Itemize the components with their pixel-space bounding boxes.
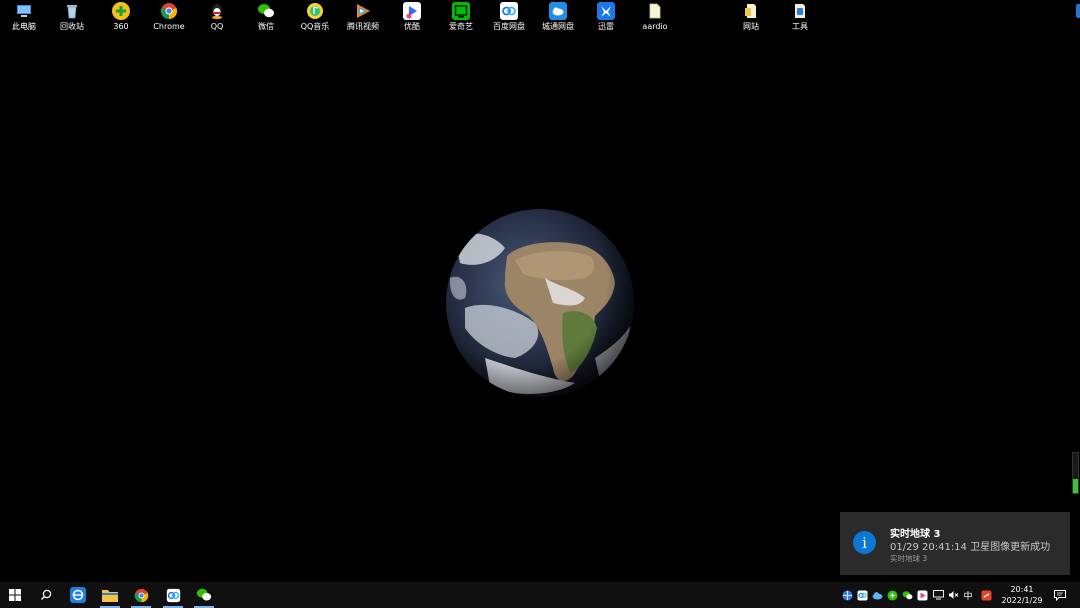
recycle-bin-icon bbox=[63, 2, 81, 20]
desktop-icon-label: 此电脑 bbox=[12, 22, 36, 31]
desktop-icon-qq-music[interactable]: QQ音乐 bbox=[292, 2, 338, 36]
start-button[interactable] bbox=[0, 582, 30, 608]
tencent-video-icon bbox=[354, 2, 372, 20]
desktop-icon-tencent-video[interactable]: 腾讯视频 bbox=[340, 2, 386, 36]
desktop-icon-youku[interactable]: 优酷 bbox=[389, 2, 435, 36]
desktop-icon-tools[interactable]: 工具 bbox=[777, 2, 823, 36]
taskbar-app-baidu-netdisk[interactable] bbox=[158, 582, 188, 608]
computer-icon bbox=[15, 2, 33, 20]
ime-indicator[interactable]: 中 bbox=[962, 589, 974, 602]
desktop-icon-label: 腾讯视频 bbox=[347, 22, 379, 31]
desktop[interactable]: 此电脑 回收站 360 Chrome QQ 微信 QQ音乐 腾讯视频 优酷 爱奇… bbox=[0, 0, 1080, 582]
desktop-icon-wechat[interactable]: 微信 bbox=[243, 2, 289, 36]
tray-app-icon[interactable] bbox=[886, 589, 898, 601]
qq-icon bbox=[208, 2, 226, 20]
iqiyi-icon bbox=[452, 2, 470, 20]
video-tray-icon bbox=[917, 590, 927, 600]
desktop-icon-qq[interactable]: QQ bbox=[194, 2, 240, 36]
hidden-window-edge[interactable] bbox=[1076, 4, 1080, 18]
chrome-icon bbox=[134, 588, 148, 602]
desktop-icon-label: 回收站 bbox=[60, 22, 84, 31]
desktop-icon-label: 微信 bbox=[258, 22, 274, 31]
desktop-icon-label: 工具 bbox=[792, 22, 808, 31]
desktop-icon-label: 网站 bbox=[743, 22, 759, 31]
tray-app-icon[interactable] bbox=[871, 589, 883, 601]
input-method-tray-icon bbox=[981, 590, 991, 600]
tray-app-icon[interactable] bbox=[841, 589, 853, 601]
clock[interactable]: 20:41 2022/1/29 bbox=[1000, 584, 1044, 606]
ctfile-icon bbox=[549, 2, 567, 20]
desktop-icon-label: Chrome bbox=[153, 22, 185, 31]
notification-body: 01/29 20:41:14 卫星图像更新成功 bbox=[890, 542, 1051, 553]
desktop-icon-chrome[interactable]: Chrome bbox=[146, 2, 192, 36]
desktop-icon-label: QQ bbox=[210, 22, 224, 31]
search-button[interactable] bbox=[31, 582, 61, 608]
desktop-icon-aardio[interactable]: aardio bbox=[632, 2, 678, 36]
tray-app-icon[interactable] bbox=[980, 589, 992, 601]
baidu-netdisk-icon bbox=[500, 2, 518, 20]
desktop-icon-label: 360 bbox=[113, 22, 129, 31]
volume-muted-icon[interactable] bbox=[947, 589, 959, 601]
taskbar-app-wechat[interactable] bbox=[189, 582, 219, 608]
wechat-icon bbox=[902, 590, 912, 599]
desktop-icon-this-pc[interactable]: 此电脑 bbox=[1, 2, 47, 36]
clock-time: 20:41 bbox=[1010, 585, 1034, 594]
website-folder-icon bbox=[742, 2, 760, 20]
desktop-icon-label: QQ音乐 bbox=[300, 22, 330, 31]
desktop-icon-xunlei[interactable]: 迅雷 bbox=[583, 2, 629, 36]
taskbar-app-chrome[interactable] bbox=[126, 582, 156, 608]
desktop-icon-label: 优酷 bbox=[404, 22, 420, 31]
taskbar-app-browser[interactable] bbox=[63, 582, 93, 608]
notification-center-icon bbox=[1054, 589, 1066, 601]
chrome-icon bbox=[160, 2, 178, 20]
search-icon bbox=[41, 589, 52, 600]
clock-date: 2022/1/29 bbox=[1001, 596, 1043, 605]
volume-level-meter bbox=[1072, 452, 1079, 494]
desktop-icon-ctfile[interactable]: 城通网盘 bbox=[535, 2, 581, 36]
tray-app-icon[interactable] bbox=[856, 589, 868, 601]
desktop-icon-label: 迅雷 bbox=[598, 22, 614, 31]
desktop-icon-label: 百度网盘 bbox=[493, 22, 525, 31]
qq-music-icon bbox=[306, 2, 324, 20]
globe-tray-icon bbox=[842, 590, 852, 600]
desktop-icon-label: aardio bbox=[642, 22, 668, 31]
cloud-tray-icon bbox=[872, 591, 882, 599]
action-center-button[interactable] bbox=[1053, 589, 1067, 601]
network-icon[interactable] bbox=[932, 589, 944, 601]
file-explorer-icon bbox=[102, 590, 118, 602]
aardio-file-icon bbox=[646, 2, 664, 20]
wechat-icon bbox=[196, 588, 212, 601]
tray-app-icon[interactable] bbox=[916, 589, 928, 601]
notification-toast[interactable]: i 实时地球 3 01/29 20:41:14 卫星图像更新成功 实时地球 3 bbox=[840, 512, 1070, 575]
desktop-icon-360[interactable]: 360 bbox=[98, 2, 144, 36]
browser-e-icon bbox=[70, 587, 86, 603]
desktop-icon-label: 爱奇艺 bbox=[449, 22, 473, 31]
taskbar: 中 20:41 2022/1/29 bbox=[0, 582, 1080, 608]
baidu-netdisk-icon bbox=[166, 588, 180, 602]
wechat-icon bbox=[257, 2, 275, 20]
netdisk-tray-icon bbox=[857, 590, 867, 600]
info-icon: i bbox=[853, 531, 876, 554]
notification-source: 实时地球 3 bbox=[890, 554, 928, 563]
security-360-icon bbox=[112, 2, 130, 20]
taskbar-app-file-explorer[interactable] bbox=[95, 582, 125, 608]
desktop-icon-iqiyi[interactable]: 爱奇艺 bbox=[438, 2, 484, 36]
desktop-icon-website[interactable]: 网站 bbox=[728, 2, 774, 36]
desktop-icon-label: 城通网盘 bbox=[542, 22, 574, 31]
earth-globe-icon bbox=[446, 209, 634, 397]
tray-app-icon[interactable] bbox=[901, 589, 913, 601]
desktop-icon-baidu-netdisk[interactable]: 百度网盘 bbox=[486, 2, 532, 36]
desktop-icon-recycle-bin[interactable]: 回收站 bbox=[49, 2, 95, 36]
tools-icon bbox=[791, 2, 809, 20]
xunlei-icon bbox=[597, 2, 615, 20]
youku-icon bbox=[403, 2, 421, 20]
start-windows-icon bbox=[9, 589, 21, 601]
green-tray-icon bbox=[887, 590, 897, 600]
